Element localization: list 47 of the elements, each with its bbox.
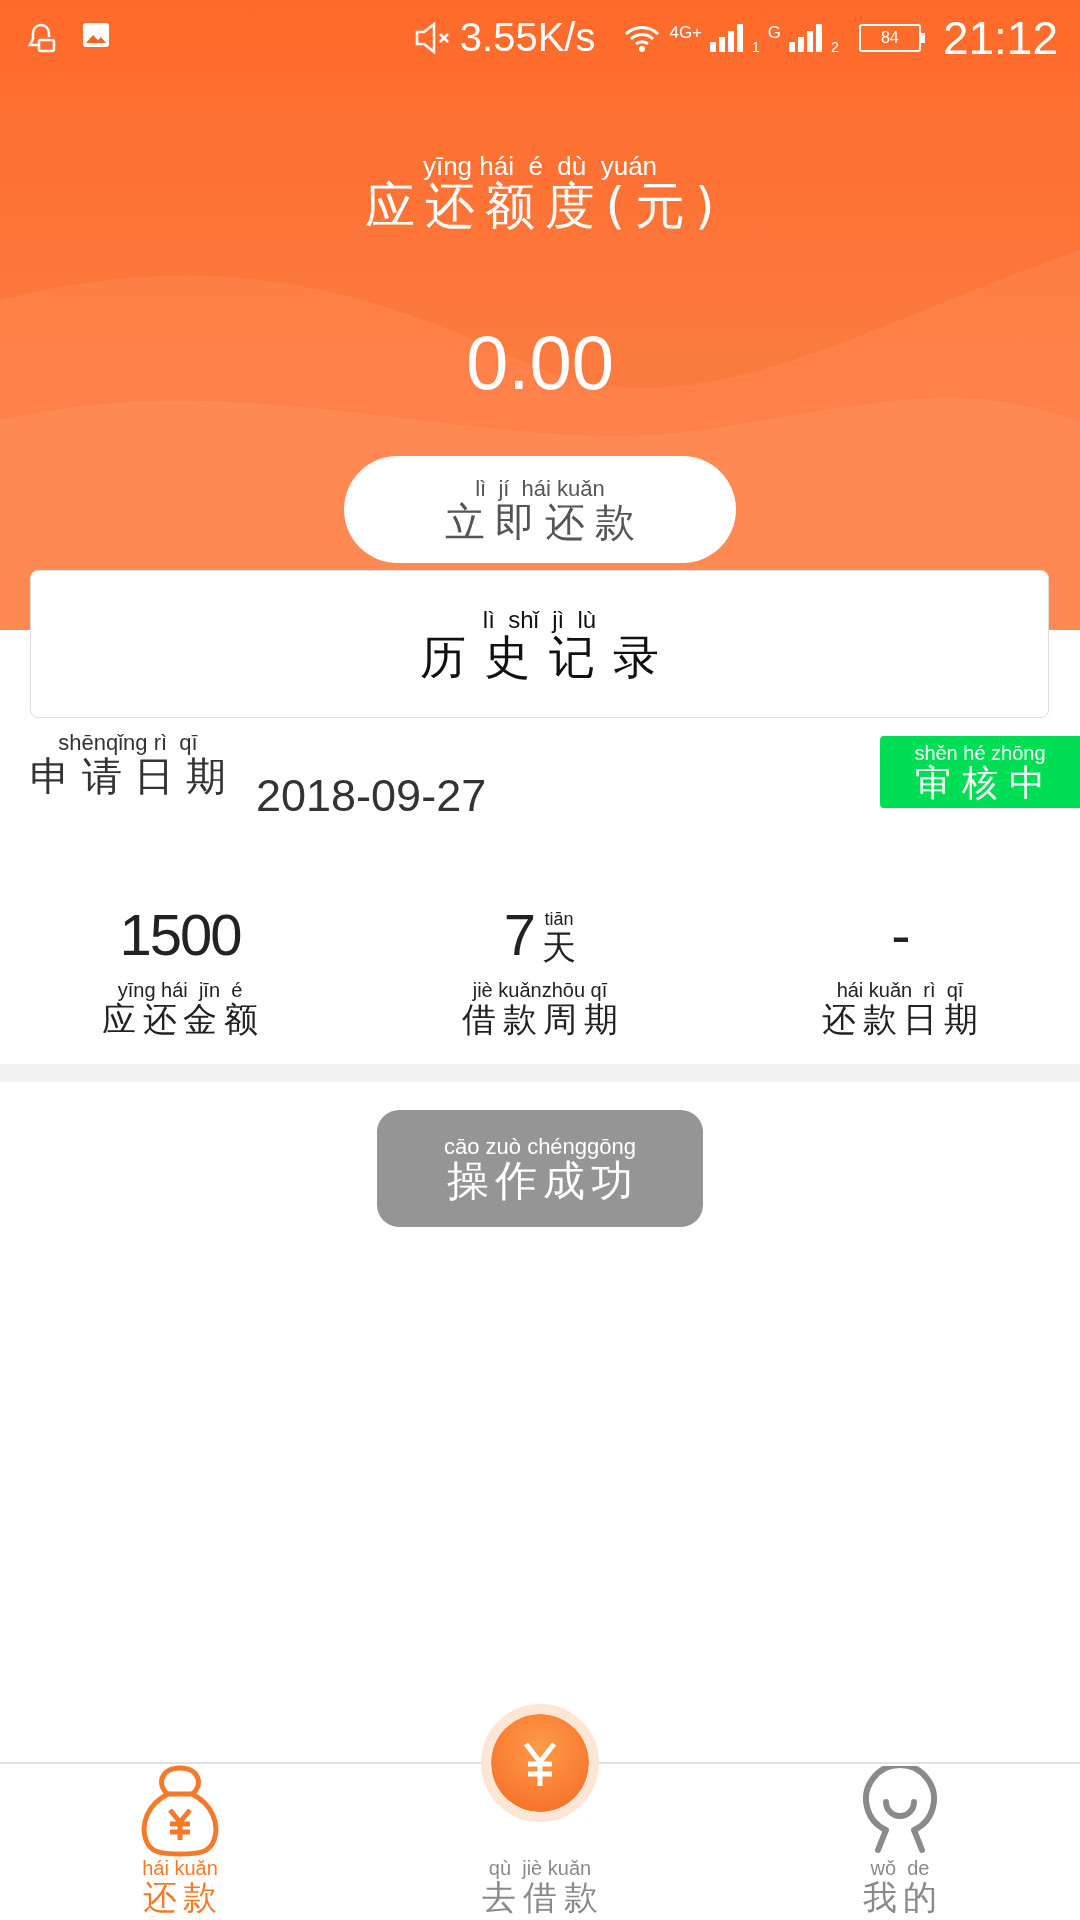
history-button[interactable]: lì shǐ jì lù 历史记录 <box>30 570 1049 718</box>
muted-speaker-icon <box>413 20 452 55</box>
stat-value: 1500 <box>119 906 241 964</box>
money-bag-icon <box>140 1764 220 1858</box>
nav-text: 我的 <box>862 1880 945 1914</box>
unit-text: 天 <box>542 930 577 964</box>
signal-icon <box>789 23 824 52</box>
network-speed: 3.55K/s <box>459 15 596 60</box>
network-type: G <box>767 22 782 43</box>
status-text: 审核中 <box>915 765 1056 801</box>
network-type: 4G+ <box>669 22 703 43</box>
repay-now-button[interactable]: lì jí hái kuǎn 立即还款 <box>344 456 736 563</box>
nav-text: 去借款 <box>482 1880 605 1914</box>
history-text: 历史记录 <box>419 634 678 680</box>
unit-pinyin: tiān <box>544 910 574 928</box>
signal-icon <box>710 23 745 52</box>
stat-label-text: 借款周期 <box>461 1002 625 1036</box>
stat-value: 7 <box>503 906 535 964</box>
stat-label-text: 应还金额 <box>101 1002 265 1036</box>
stat-value: - <box>891 906 909 964</box>
title-pinyin: yīng hái é dù yuán <box>422 153 658 179</box>
image-icon <box>82 21 110 48</box>
stat-label-pinyin: jiè kuǎnzhōu qī <box>472 980 608 1000</box>
status-pinyin: shěn hé zhōng <box>914 743 1046 763</box>
apply-date-label-text: 申请日期 <box>30 756 238 796</box>
nav-tab[interactable]: wǒ de 我的 <box>720 1764 1080 1920</box>
sim-number: 1 <box>752 38 760 55</box>
stat-label-pinyin: yīng hái jīn é <box>117 980 243 1000</box>
nav-tab[interactable]: hái kuǎn 还款 <box>0 1764 360 1920</box>
stat-label-pinyin: hái kuǎn rì qī <box>836 980 964 1000</box>
repay-now-pinyin: lì jí hái kuǎn <box>475 477 605 500</box>
sim-number: 2 <box>831 38 839 55</box>
apply-date-label-pinyin: shēnqǐng rì qī <box>58 732 198 754</box>
stat-label-text: 还款日期 <box>821 1002 985 1036</box>
clock: 21:12 <box>942 10 1058 65</box>
nav-text: 还款 <box>142 1880 225 1914</box>
apply-date: 2018-09-27 <box>256 770 487 822</box>
repay-now-text: 立即还款 <box>445 501 645 542</box>
nav-pinyin: wǒ de <box>870 1858 930 1878</box>
history-pinyin: lì shǐ jì lù <box>482 608 597 632</box>
amount-due: 0.00 <box>466 319 614 406</box>
title-text: 应还额度(元) <box>365 181 725 231</box>
nav-pinyin: qù jiè kuǎn <box>488 1858 592 1878</box>
toast-text: 操作成功 <box>446 1159 640 1202</box>
nav-pinyin: hái kuǎn <box>142 1858 218 1878</box>
toast-pinyin: cāo zuò chénggōng <box>443 1135 637 1158</box>
nav-tab[interactable]: qù jiè kuǎn 去借款 <box>360 1764 720 1920</box>
